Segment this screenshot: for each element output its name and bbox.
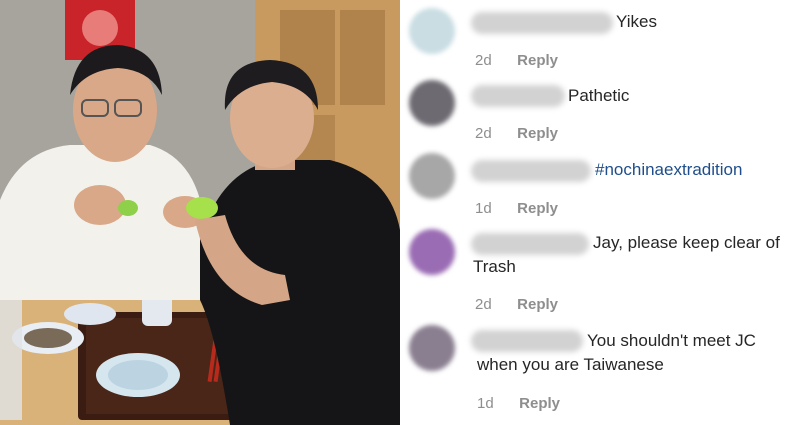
- reply-button[interactable]: Reply: [517, 125, 558, 142]
- comment-meta: 2d Reply: [475, 52, 558, 69]
- comments-list: Yikes 2d Reply Pathetic 2d Reply #nochin…: [403, 0, 800, 425]
- comment-meta: 1d Reply: [475, 200, 558, 217]
- comment-meta: 2d Reply: [475, 296, 558, 313]
- comment-text: Yikes: [616, 12, 657, 31]
- reply-button[interactable]: Reply: [517, 200, 558, 217]
- comment-time: 1d: [477, 395, 494, 412]
- reply-button[interactable]: Reply: [517, 296, 558, 313]
- username-blurred[interactable]: [471, 330, 583, 352]
- post-photo: [0, 0, 400, 425]
- comment-meta: 1d Reply: [477, 395, 560, 412]
- reply-button[interactable]: Reply: [517, 52, 558, 69]
- comment-time: 2d: [475, 125, 492, 142]
- hashtag-link[interactable]: #nochinaextradition: [595, 158, 742, 182]
- avatar[interactable]: [409, 229, 455, 275]
- comment-text: Jay, please keep clear of: [593, 233, 780, 252]
- comment-text-continued: Trash: [473, 257, 516, 276]
- comment-time: 2d: [475, 296, 492, 313]
- avatar[interactable]: [409, 153, 455, 199]
- comment-time: 2d: [475, 52, 492, 69]
- username-blurred[interactable]: [471, 160, 591, 182]
- username-blurred[interactable]: [471, 85, 565, 107]
- username-blurred[interactable]: [471, 12, 613, 34]
- comment-meta: 2d Reply: [475, 125, 558, 142]
- comment-text: You shouldn't meet JC: [587, 331, 756, 350]
- reply-button[interactable]: Reply: [519, 395, 560, 412]
- username-blurred[interactable]: [471, 233, 589, 255]
- avatar[interactable]: [409, 8, 455, 54]
- comment-text: Pathetic: [568, 86, 630, 105]
- avatar[interactable]: [409, 80, 455, 126]
- comment-text-continued: when you are Taiwanese: [477, 355, 664, 374]
- comment-time: 1d: [475, 200, 492, 217]
- avatar[interactable]: [409, 325, 455, 371]
